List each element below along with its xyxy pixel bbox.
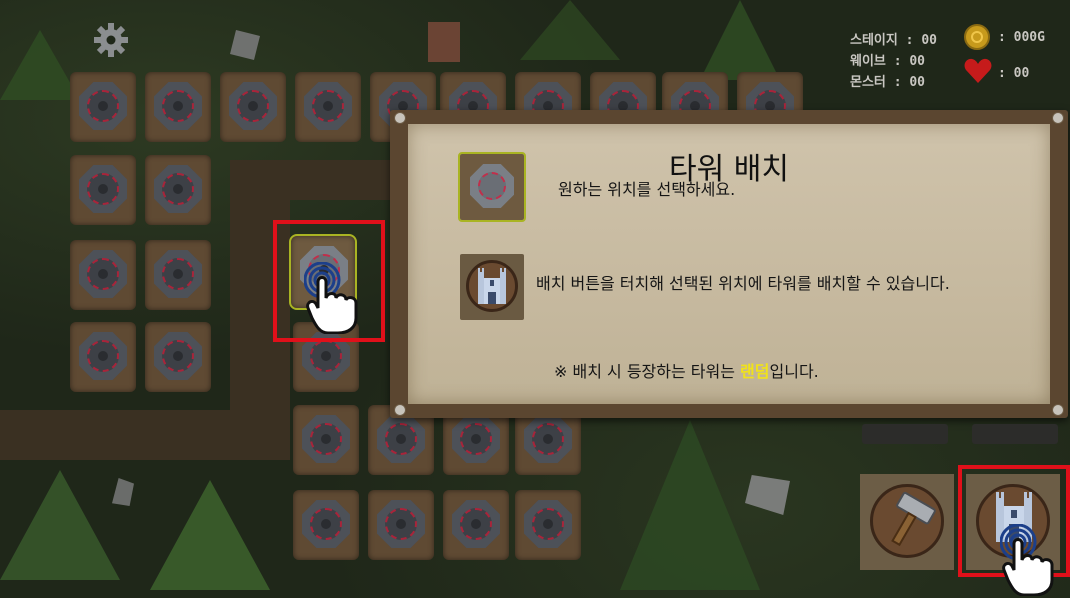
dialog-step2-text: 배치 버튼을 터치해 선택된 위치에 타워를 배치할 수 있습니다. — [536, 274, 950, 293]
monster-label: 몬스터 : 00 — [850, 75, 926, 90]
foliage — [0, 470, 120, 580]
note-prefix: ※ 배치 시 등장하는 타워는 — [554, 362, 741, 381]
tower-slot[interactable] — [70, 155, 136, 225]
tap-hand-icon — [1000, 524, 1054, 596]
dialog-pin — [1052, 112, 1064, 124]
upgrade-button[interactable] — [860, 474, 954, 570]
foliage — [0, 30, 80, 100]
coin-icon — [964, 24, 990, 50]
tower-slot[interactable] — [295, 72, 361, 142]
tower-slot[interactable] — [293, 490, 359, 560]
tile-example-icon — [458, 152, 526, 222]
tower-slot[interactable] — [220, 72, 286, 142]
inventory-slot — [972, 424, 1058, 444]
inventory-slot — [862, 424, 948, 444]
dialog-panel: 타워 배치 원하는 위치를 선택하세요. 배치 버튼을 터치해 선택된 위치에 … — [408, 124, 1050, 404]
foliage — [700, 0, 780, 80]
hammer-icon — [891, 492, 936, 547]
status-hud: 스테이지 : 00 웨이브 : 00 몬스터 : 00 : 000G : 00 — [840, 18, 1070, 92]
tower-slot[interactable] — [145, 322, 211, 392]
rock — [230, 30, 260, 60]
enemy-path — [0, 410, 290, 460]
gold-value: : 000G — [998, 30, 1045, 45]
tower-slot[interactable] — [70, 72, 136, 142]
note-suffix: 입니다. — [769, 362, 819, 381]
crate — [428, 22, 460, 62]
tower-slot[interactable] — [70, 240, 136, 310]
gear-icon[interactable] — [93, 22, 129, 58]
life-value: : 00 — [998, 66, 1030, 81]
dialog-pin — [1052, 404, 1064, 416]
dialog-pin — [394, 404, 406, 416]
tutorial-dialog: 타워 배치 원하는 위치를 선택하세요. 배치 버튼을 터치해 선택된 위치에 … — [390, 110, 1068, 418]
heart-icon — [964, 58, 992, 84]
stage-label: 스테이지 : 00 — [850, 33, 937, 48]
foliage — [620, 420, 760, 590]
tower-slot[interactable] — [515, 490, 581, 560]
tower-slot[interactable] — [443, 490, 509, 560]
note-highlight: 랜덤 — [740, 362, 770, 381]
foliage — [150, 480, 270, 590]
foliage — [520, 0, 620, 60]
tower-slot[interactable] — [368, 490, 434, 560]
castle-icon — [460, 254, 524, 320]
dialog-note: ※ 배치 시 등장하는 타워는 랜덤입니다. — [554, 358, 819, 382]
tower-slot[interactable] — [70, 322, 136, 392]
tower-slot[interactable] — [145, 155, 211, 225]
wave-label: 웨이브 : 00 — [850, 54, 926, 69]
tower-slot[interactable] — [145, 72, 211, 142]
tower-slot[interactable] — [293, 405, 359, 475]
tap-hand-icon — [304, 262, 358, 334]
dialog-pin — [394, 112, 406, 124]
dialog-step1-text: 원하는 위치를 선택하세요. — [558, 180, 736, 199]
tower-slot[interactable] — [145, 240, 211, 310]
